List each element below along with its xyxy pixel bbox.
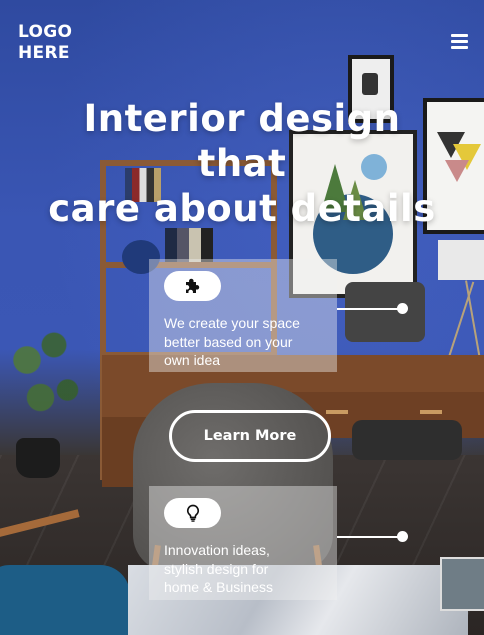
office-chair (345, 282, 425, 342)
floor-lamp (438, 240, 484, 280)
learn-more-button[interactable]: Learn More (169, 410, 331, 462)
puzzle-piece-icon (185, 278, 199, 293)
hero-title: Interior design that care about details (0, 96, 484, 231)
hero-section: LOGO HERE Interior design that care abou… (0, 0, 484, 635)
feature-text-line: own idea (164, 352, 221, 368)
feature-text-line: We create your space (164, 315, 300, 331)
feature-description: Innovation ideas, stylish design for hom… (164, 541, 334, 597)
logo-line-2: HERE (18, 43, 70, 63)
lightbulb-icon (186, 504, 199, 522)
feature-text-line: better based on your (164, 333, 293, 350)
feature-description: We create your space better based on you… (164, 314, 334, 370)
logo-line-1: LOGO (18, 22, 73, 42)
feature-icon-badge (164, 271, 221, 301)
connector-line (337, 536, 403, 538)
feature-text-line: Innovation ideas, (164, 542, 270, 558)
connector-dot (397, 303, 408, 314)
connector-dot (397, 531, 408, 542)
blue-armchair (0, 565, 130, 635)
hero-title-line-2: that (197, 142, 287, 185)
hero-title-line-3: care about details (48, 187, 436, 230)
hamburger-menu-icon[interactable] (451, 34, 468, 49)
feature-card: Innovation ideas, stylish design for hom… (149, 486, 337, 600)
feature-text-line: stylish design for (164, 560, 269, 577)
potted-plant (0, 300, 90, 450)
feature-icon-badge (164, 498, 221, 528)
feature-text-line: home & Business (164, 579, 273, 595)
feature-card: We create your space better based on you… (149, 259, 337, 372)
logo[interactable]: LOGO HERE (18, 22, 72, 64)
hero-title-line-1: Interior design (83, 97, 401, 140)
connector-line (337, 308, 403, 310)
